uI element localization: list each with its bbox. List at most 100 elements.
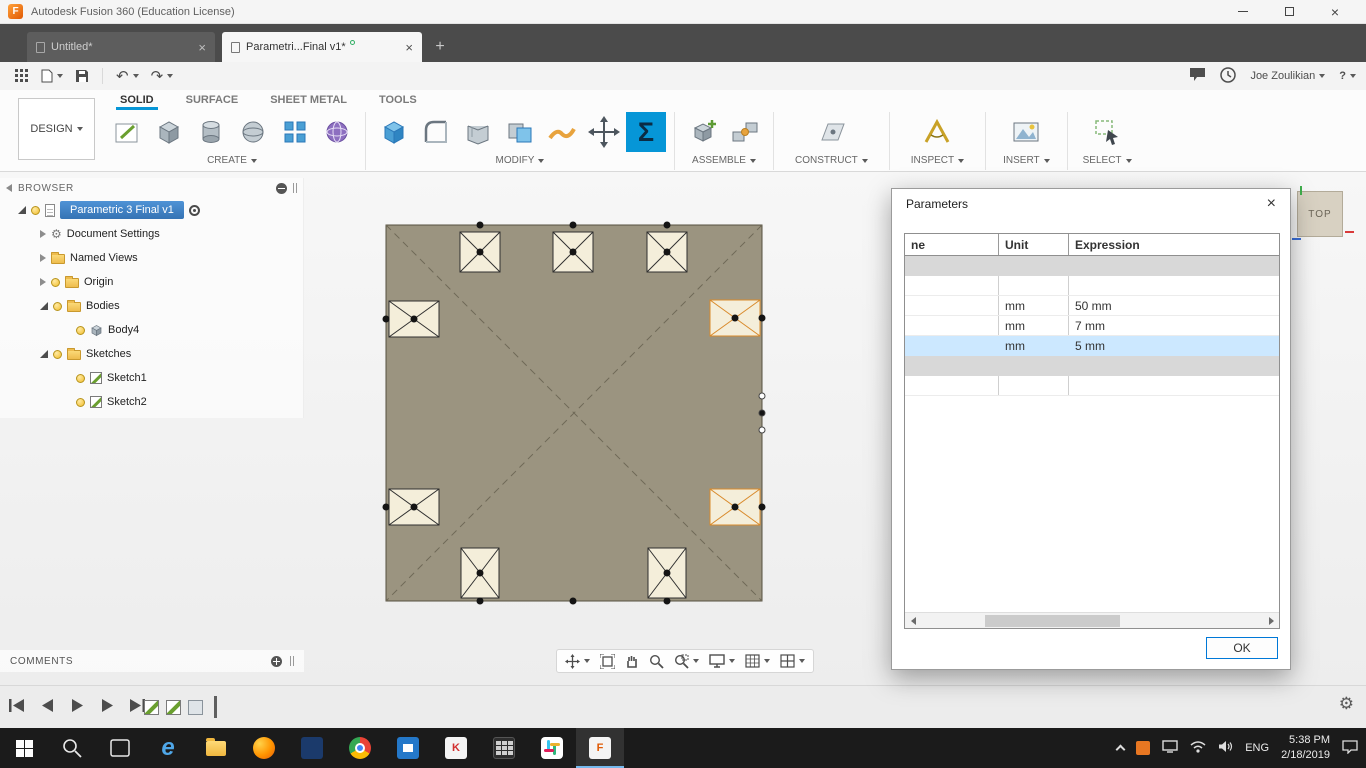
sketch-point[interactable] bbox=[758, 503, 766, 511]
browser-item-named-views[interactable]: Named Views bbox=[0, 246, 303, 270]
expander-closed-icon[interactable] bbox=[40, 230, 46, 238]
pan-button[interactable] bbox=[621, 651, 643, 671]
browser-item-body4[interactable]: Body4 bbox=[0, 318, 303, 342]
zoom-button[interactable] bbox=[645, 651, 668, 671]
pocket-sketch[interactable] bbox=[459, 231, 501, 273]
revolve-icon[interactable] bbox=[232, 111, 274, 153]
maximize-button[interactable] bbox=[1266, 0, 1312, 24]
browser-item-origin[interactable]: Origin bbox=[0, 270, 303, 294]
fusion-360-taskbar-icon[interactable]: F bbox=[576, 728, 624, 768]
file-menu-button[interactable] bbox=[36, 64, 68, 88]
look-at-button[interactable] bbox=[596, 651, 619, 671]
grid-settings-button[interactable] bbox=[741, 651, 774, 671]
group-label-construct[interactable]: CONSTRUCT bbox=[795, 155, 868, 166]
group-label-insert[interactable]: INSERT bbox=[1003, 155, 1050, 166]
file-explorer-icon[interactable] bbox=[192, 728, 240, 768]
visibility-bulb-icon[interactable] bbox=[53, 301, 62, 311]
pocket-sketch[interactable] bbox=[552, 231, 594, 273]
doc-tab-parametric[interactable]: Parametri...Final v1* × bbox=[222, 32, 422, 62]
scrollbar-thumb[interactable] bbox=[985, 615, 1120, 627]
parameter-row[interactable]: mm 50 mm bbox=[905, 296, 1279, 316]
pocket-sketch[interactable] bbox=[388, 488, 440, 526]
tab-tools[interactable]: TOOLS bbox=[367, 91, 429, 110]
selection-handle[interactable] bbox=[758, 426, 766, 434]
insert-image-icon[interactable] bbox=[1005, 111, 1047, 153]
ok-button[interactable]: OK bbox=[1206, 637, 1278, 659]
app-grid-icon[interactable] bbox=[10, 64, 34, 88]
edge-icon[interactable]: e bbox=[144, 728, 192, 768]
sketch-point[interactable] bbox=[663, 221, 671, 229]
dialog-close-icon[interactable]: × bbox=[1267, 195, 1276, 213]
box-icon[interactable] bbox=[148, 111, 190, 153]
sketch-point[interactable] bbox=[476, 221, 484, 229]
column-header-unit[interactable]: Unit bbox=[999, 234, 1069, 255]
select-icon[interactable] bbox=[1086, 111, 1128, 153]
browser-item-sketch1[interactable]: Sketch1 bbox=[0, 366, 303, 390]
pocket-sketch[interactable] bbox=[388, 300, 440, 338]
help-menu[interactable]: ? bbox=[1339, 70, 1356, 82]
shell-icon[interactable] bbox=[457, 111, 499, 153]
change-parameters-button[interactable]: Σ bbox=[625, 111, 667, 153]
visibility-bulb-icon[interactable] bbox=[76, 397, 85, 407]
expander-closed-icon[interactable] bbox=[40, 278, 46, 286]
group-label-select[interactable]: SELECT bbox=[1083, 155, 1132, 166]
add-comment-icon[interactable] bbox=[271, 655, 282, 667]
selection-handle[interactable] bbox=[758, 409, 766, 417]
parameter-row[interactable]: mm 7 mm bbox=[905, 316, 1279, 336]
activate-component-icon[interactable] bbox=[188, 204, 200, 216]
timeline-sketch1-icon[interactable] bbox=[144, 699, 159, 715]
sketch-point[interactable] bbox=[569, 221, 577, 229]
play-button[interactable] bbox=[66, 696, 88, 714]
parameter-row[interactable] bbox=[905, 356, 1279, 376]
doc-tab-untitled[interactable]: Untitled* × bbox=[27, 32, 215, 62]
minimize-button[interactable] bbox=[1220, 0, 1266, 24]
press-pull-icon[interactable] bbox=[373, 111, 415, 153]
offset-face-icon[interactable] bbox=[541, 111, 583, 153]
sketch-point[interactable] bbox=[569, 597, 577, 605]
start-button[interactable] bbox=[0, 728, 48, 768]
cylinder-icon[interactable] bbox=[190, 111, 232, 153]
browser-item-document-settings[interactable]: ⚙ Document Settings bbox=[0, 222, 303, 246]
tab-surface[interactable]: SURFACE bbox=[174, 91, 251, 110]
browser-item-sketch2[interactable]: Sketch2 bbox=[0, 390, 303, 414]
app-icon-colorful[interactable] bbox=[528, 728, 576, 768]
column-header-name[interactable]: ne bbox=[905, 234, 999, 255]
timeline-sketch2-icon[interactable] bbox=[166, 699, 181, 715]
browser-header[interactable]: BROWSER bbox=[0, 178, 303, 198]
pocket-sketch[interactable] bbox=[647, 547, 687, 599]
parameter-row[interactable] bbox=[905, 376, 1279, 396]
scroll-right-icon[interactable] bbox=[1263, 613, 1279, 629]
parameter-row[interactable] bbox=[905, 276, 1279, 296]
pocket-sketch[interactable] bbox=[460, 547, 500, 599]
app-icon-k[interactable]: K bbox=[432, 728, 480, 768]
viewports-button[interactable] bbox=[776, 651, 809, 671]
display-settings-button[interactable] bbox=[705, 651, 739, 671]
close-button[interactable]: × bbox=[1312, 0, 1358, 24]
group-label-inspect[interactable]: INSPECT bbox=[911, 155, 965, 166]
parameter-row[interactable] bbox=[905, 256, 1279, 276]
group-label-create[interactable]: CREATE bbox=[207, 155, 257, 166]
visibility-bulb-icon[interactable] bbox=[31, 205, 40, 215]
sketch-point[interactable] bbox=[382, 315, 390, 323]
parameter-row-selected[interactable]: mm 5 mm bbox=[905, 336, 1279, 356]
comments-icon[interactable] bbox=[1189, 67, 1206, 85]
workspace-selector[interactable]: DESIGN bbox=[18, 98, 95, 160]
new-tab-button[interactable]: + bbox=[430, 37, 450, 57]
firefox-icon[interactable] bbox=[240, 728, 288, 768]
sketch-point[interactable] bbox=[758, 314, 766, 322]
expander-open-icon[interactable] bbox=[18, 206, 26, 214]
save-button[interactable] bbox=[70, 64, 94, 88]
action-center-icon[interactable] bbox=[1342, 739, 1358, 757]
taskbar-clock[interactable]: 5:38 PM 2/18/2019 bbox=[1281, 733, 1330, 763]
hidden-icons-chevron[interactable] bbox=[1115, 744, 1126, 755]
pc-status-icon[interactable] bbox=[1162, 740, 1178, 756]
go-to-start-button[interactable] bbox=[6, 696, 28, 714]
column-header-expression[interactable]: Expression bbox=[1069, 234, 1279, 255]
group-label-modify[interactable]: MODIFY bbox=[496, 155, 545, 166]
root-item-label[interactable]: Parametric 3 Final v1 bbox=[60, 201, 184, 219]
panel-grip[interactable] bbox=[290, 656, 294, 666]
pocket-sketch[interactable] bbox=[709, 488, 761, 526]
visibility-bulb-icon[interactable] bbox=[76, 373, 85, 383]
dialog-titlebar[interactable]: Parameters × bbox=[892, 189, 1290, 219]
close-tab-icon[interactable]: × bbox=[198, 40, 206, 55]
